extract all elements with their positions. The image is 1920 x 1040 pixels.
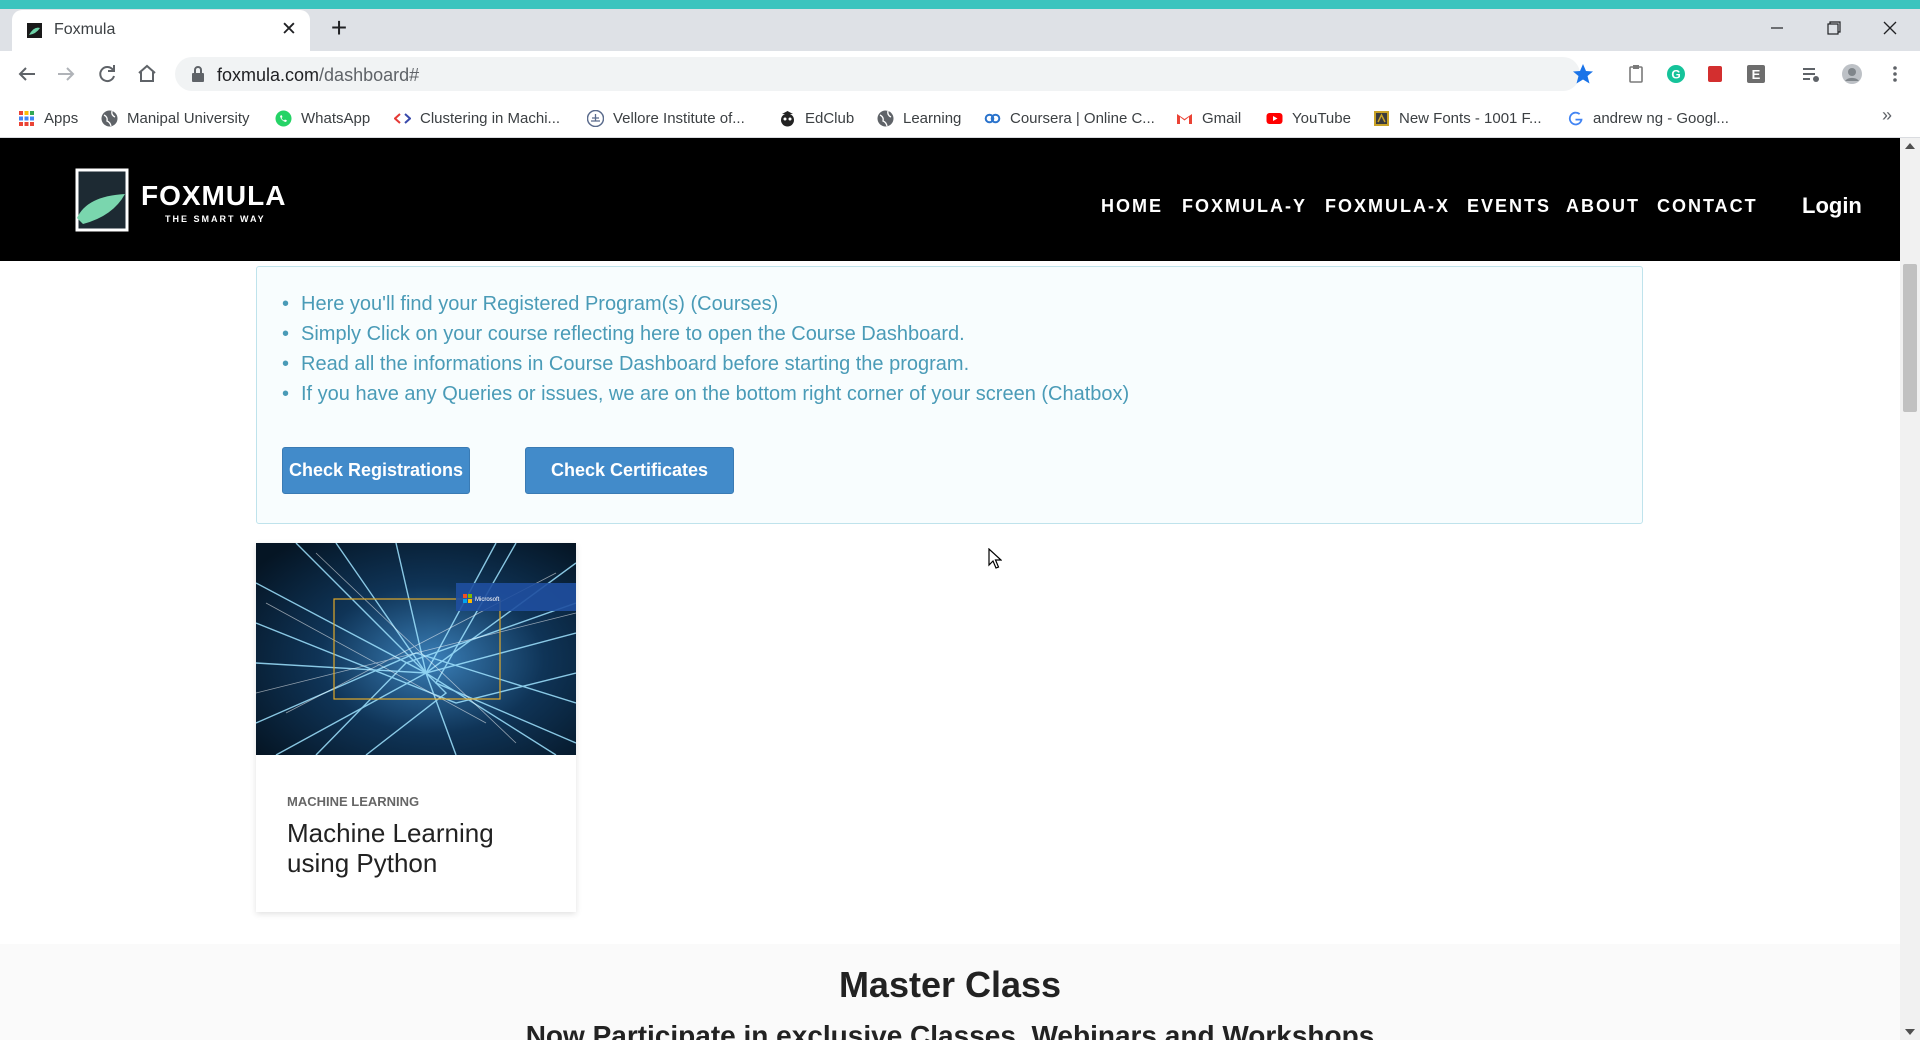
master-class-title: Master Class	[838, 964, 1062, 1005]
new-tab-icon[interactable]: +	[325, 14, 353, 43]
nav-about[interactable]: ABOUT	[1566, 196, 1640, 217]
course-thumbnail-image[interactable]: Microsoft	[256, 543, 576, 755]
info-item: Simply Click on your course reflecting h…	[282, 319, 1129, 349]
logo-tagline: THE SMART WAY	[165, 214, 266, 224]
page-scrollbar[interactable]	[1900, 138, 1920, 1040]
course-badge-brand: Microsoft	[475, 597, 500, 603]
restore-icon[interactable]	[1812, 13, 1856, 43]
clipboard-extension-icon[interactable]	[1626, 64, 1646, 84]
tab-title: Foxmula	[54, 21, 116, 38]
check-certificates-button[interactable]: Check Certificates	[525, 447, 734, 494]
scroll-down-arrow-icon[interactable]	[1905, 1029, 1915, 1035]
nav-contact[interactable]: CONTACT	[1657, 196, 1758, 217]
coursera-icon	[984, 113, 1001, 123]
svg-text:E: E	[1752, 67, 1761, 82]
apps-grid-icon	[19, 110, 34, 126]
back-arrow-icon[interactable]	[13, 60, 41, 88]
bookmark-manipal-university[interactable]: Manipal University	[101, 107, 250, 129]
nav-home[interactable]: HOME	[1101, 196, 1163, 217]
master-class-section: Master Class Now Participate in exclusiv…	[0, 944, 1900, 1040]
nav-events[interactable]: EVENTS	[1467, 196, 1551, 217]
media-queue-icon[interactable]	[1801, 64, 1821, 84]
scroll-up-arrow-icon[interactable]	[1905, 143, 1915, 149]
home-icon[interactable]	[133, 60, 161, 88]
foxmula-favicon-icon	[27, 23, 42, 38]
profile-avatar-icon[interactable]	[1842, 64, 1862, 84]
master-class-subtitle: Now Participate in exclusive Classes, We…	[525, 1020, 1375, 1040]
close-tab-icon[interactable]: ✕	[278, 19, 300, 41]
lock-icon[interactable]	[191, 66, 205, 82]
tab-bar: Foxmula ✕ +	[0, 9, 1920, 51]
bookmark-apps[interactable]: Apps	[18, 107, 78, 129]
site-header: FOXMULA THE SMART WAY HOME FOXMULA-Y FOX…	[0, 138, 1900, 261]
info-item: If you have any Queries or issues, we ar…	[282, 379, 1129, 409]
grammarly-icon[interactable]: G	[1666, 64, 1686, 84]
address-bar[interactable]: foxmula.com/dashboard#	[175, 57, 1580, 91]
url-text[interactable]: foxmula.com/dashboard#	[217, 65, 419, 86]
youtube-icon	[1266, 112, 1283, 124]
tab-foxmula[interactable]: Foxmula ✕	[12, 10, 310, 51]
bookmark-youtube[interactable]: YouTube	[1266, 107, 1351, 129]
info-item: Here you'll find your Registered Program…	[282, 289, 1129, 319]
nav-foxmula-y[interactable]: FOXMULA-Y	[1182, 196, 1307, 217]
logo-name: FOXMULA	[141, 180, 287, 211]
login-link[interactable]: Login	[1802, 193, 1862, 219]
bookmark-edclub[interactable]: EdClub	[779, 107, 854, 129]
more-menu-icon[interactable]	[1885, 64, 1905, 84]
foxmula-logo[interactable]: FOXMULA THE SMART WAY	[75, 168, 285, 232]
course-title[interactable]: Machine Learning using Python	[287, 818, 547, 878]
page-viewport: FOXMULA THE SMART WAY HOME FOXMULA-Y FOX…	[0, 138, 1900, 1040]
bookmark-whatsapp[interactable]: WhatsApp	[275, 107, 370, 129]
bookmark-andrew-ng[interactable]: andrew ng - Googl...	[1567, 107, 1729, 129]
edclub-icon	[781, 110, 794, 126]
dashboard-info-box: Here you'll find your Registered Program…	[256, 266, 1643, 524]
reload-icon[interactable]	[93, 60, 121, 88]
bookmark-learning[interactable]: Learning	[877, 107, 961, 129]
minimize-icon[interactable]	[1755, 13, 1799, 43]
red-extension-icon[interactable]	[1705, 64, 1725, 84]
code-icon	[394, 112, 411, 124]
gmail-icon	[1177, 113, 1192, 124]
bookmark-gmail[interactable]: Gmail	[1176, 107, 1241, 129]
globe-icon	[101, 110, 118, 126]
bookmark-star-icon[interactable]	[1572, 63, 1594, 85]
bookmark-coursera[interactable]: Coursera | Online C...	[984, 107, 1155, 129]
bookmarks-overflow-icon[interactable]: »	[1882, 105, 1892, 126]
globe-icon	[877, 110, 894, 126]
browser-toolbar: foxmula.com/dashboard# G E	[0, 51, 1920, 97]
check-registrations-button[interactable]: Check Registrations	[282, 447, 470, 494]
forward-arrow-icon[interactable]	[52, 60, 80, 88]
foxmula-logo-mark-icon	[75, 168, 129, 232]
bookmark-clustering[interactable]: Clustering in Machi...	[394, 107, 560, 129]
course-category: MACHINE LEARNING	[287, 794, 420, 809]
scroll-thumb[interactable]	[1903, 264, 1917, 412]
bookmark-new-fonts[interactable]: New Fonts - 1001 F...	[1373, 107, 1542, 129]
close-window-icon[interactable]	[1868, 13, 1912, 43]
mouse-cursor-icon	[988, 548, 1002, 569]
e-extension-icon[interactable]: E	[1746, 64, 1766, 84]
google-icon	[1568, 111, 1583, 125]
institute-icon	[587, 109, 604, 127]
info-list: Here you'll find your Registered Program…	[282, 289, 1129, 409]
course-card[interactable]: Microsoft MACHINE LEARNING Machine Learn…	[256, 543, 576, 912]
whatsapp-icon	[275, 110, 292, 126]
fonts-icon	[1374, 110, 1389, 126]
bookmarks-bar: Apps Manipal University WhatsApp Cluster…	[0, 97, 1920, 138]
nav-foxmula-x[interactable]: FOXMULA-X	[1325, 196, 1450, 217]
bookmark-vellore-institute[interactable]: Vellore Institute of...	[587, 107, 745, 129]
svg-text:G: G	[1671, 68, 1680, 82]
window-top-strip	[0, 0, 1920, 9]
info-item: Read all the informations in Course Dash…	[282, 349, 1129, 379]
